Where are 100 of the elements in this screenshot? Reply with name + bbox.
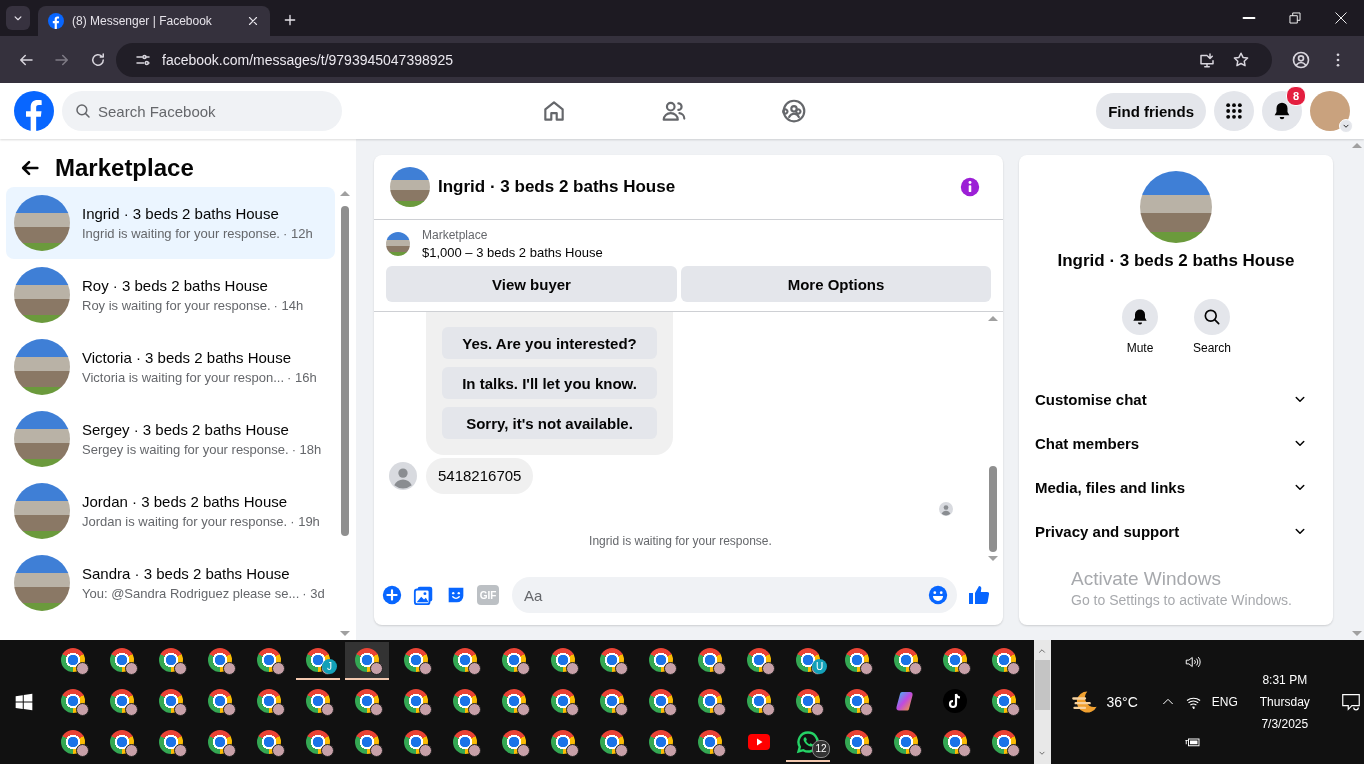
conversation-name: Victoria · 3 beds 2 baths House (82, 349, 292, 366)
section-row[interactable]: Customise chat (1027, 377, 1325, 421)
section-label: Customise chat (1035, 390, 1147, 408)
search-icon (1202, 307, 1222, 327)
quick-reply-button[interactable]: Yes. Are you interested? (442, 327, 657, 359)
conversation-name: Ingrid · 3 beds 2 baths House (82, 205, 280, 222)
view-buyer-button[interactable]: View buyer (386, 266, 677, 302)
emoji-icon[interactable] (927, 584, 949, 606)
notification-badge: 8 (1286, 86, 1306, 106)
section-row[interactable]: Media, files and links (1027, 465, 1325, 509)
add-icon[interactable] (381, 584, 403, 606)
scrollbar[interactable] (1033, 640, 1051, 764)
new-tab-icon[interactable] (282, 12, 298, 28)
listing-summary: $1,000 – 3 beds 2 baths House (422, 245, 603, 260)
menu-button[interactable] (1214, 91, 1254, 131)
section-label: Chat members (1035, 434, 1140, 452)
close-tab-icon[interactable] (246, 14, 260, 28)
profile-badge: J (322, 659, 337, 674)
notifications-icon[interactable] (1339, 691, 1362, 713)
groups-icon[interactable] (781, 98, 807, 124)
clock-time[interactable]: 8:31 PM (1262, 673, 1308, 687)
install-icon[interactable] (1198, 50, 1216, 69)
house-photo (390, 167, 430, 207)
browser-tab[interactable]: (8) Messenger | Facebook (38, 6, 270, 36)
find-friends-button[interactable]: Find friends (1096, 93, 1206, 129)
conversation-item[interactable]: Sergey · 3 beds 2 baths House Sergey is waiting for your response. · 18h (6, 403, 335, 475)
chat-title: Ingrid · 3 beds 2 baths House (438, 177, 676, 197)
clock-date[interactable]: 7/3/2025 (1261, 717, 1309, 731)
message-time: · 18h (291, 442, 322, 457)
like-icon[interactable] (967, 583, 991, 607)
windows-icon[interactable] (14, 692, 34, 712)
conversation-item[interactable]: Ingrid · 3 beds 2 baths House Ingrid is waiting for your response. · 12h (6, 187, 335, 259)
message-preview: Roy is waiting for your response. (82, 298, 271, 313)
message-bubble: 5418216705 (426, 458, 534, 494)
facebook-logo[interactable] (14, 91, 54, 131)
url-text: facebook.com/messages/t/9793945047398925 (162, 51, 454, 68)
conversation-item[interactable]: Jordan · 3 beds 2 baths House Jordan is waiting for your response. · 19h (6, 475, 335, 547)
house-photo (14, 267, 70, 323)
sidebar-title: Marketplace (55, 154, 194, 182)
message-time: · 19h (290, 514, 320, 529)
person-avatar-icon (389, 462, 417, 490)
house-photo (14, 339, 70, 395)
message-time: · 12h (283, 226, 313, 241)
home-icon[interactable] (541, 98, 567, 124)
contact-name: Ingrid · 3 beds 2 baths House (1056, 251, 1296, 271)
message-time: · 14h (273, 298, 304, 313)
grid-icon (1224, 101, 1244, 121)
action-label: Mute (1126, 341, 1154, 355)
listing-source: Marketplace (422, 228, 489, 242)
clock-day[interactable]: Thursday (1259, 695, 1310, 709)
profile-badge: U (812, 659, 827, 674)
house-photo (14, 411, 70, 467)
star-icon[interactable] (1232, 50, 1250, 69)
conversation-name: Sergey · 3 beds 2 baths House (82, 421, 290, 438)
chevron-up-icon[interactable] (1037, 646, 1047, 656)
volume-icon[interactable] (1183, 653, 1202, 671)
message-field[interactable]: Aa (512, 577, 957, 613)
language-indicator[interactable]: ENG (1211, 695, 1238, 709)
house-photo (14, 195, 70, 251)
house-photo (386, 232, 410, 256)
facebook-icon (48, 13, 64, 29)
search-button[interactable] (1194, 299, 1230, 335)
section-label: Media, files and links (1035, 478, 1186, 496)
tab-list-button[interactable] (6, 6, 30, 30)
message-preview: Victoria is waiting for your respon... (82, 370, 285, 385)
info-icon[interactable] (959, 176, 981, 198)
section-row[interactable]: Chat members (1027, 421, 1325, 465)
quick-reply-button[interactable]: Sorry, it's not available. (442, 407, 657, 439)
search-field[interactable]: Search Facebook (62, 91, 342, 131)
conversation-item[interactable]: Victoria · 3 beds 2 baths House Victoria is waiting for your respon... · 16h (6, 331, 335, 403)
message-time: · 3d (302, 586, 325, 601)
more-options-button[interactable]: More Options (681, 266, 991, 302)
message-time: · 16h (287, 370, 317, 385)
conversation-item[interactable]: Roy · 3 beds 2 baths House Roy is waiting for your response. · 14h (6, 259, 335, 331)
section-row[interactable]: Privacy and support (1027, 509, 1325, 553)
conversation-name: Jordan · 3 beds 2 baths House (82, 493, 289, 510)
section-label: Privacy and support (1035, 522, 1180, 540)
profile-icon[interactable] (1291, 49, 1311, 70)
activation-title: Activate Windows (1071, 568, 1222, 590)
count-badge: 12 (812, 740, 830, 758)
activation-text: Go to Settings to activate Windows. (1071, 592, 1292, 608)
search-icon (74, 102, 92, 120)
music-note-icon (943, 689, 967, 713)
notifications-button[interactable] (1262, 91, 1302, 131)
house-photo (14, 555, 70, 611)
taskbar-button[interactable]: 12 (786, 724, 830, 762)
reload-icon[interactable] (89, 50, 107, 69)
photo-icon[interactable] (413, 584, 435, 606)
bell-icon (1130, 307, 1150, 327)
tab-title: (8) Messenger | Facebook (72, 14, 213, 28)
conversation-name: Sandra · 3 beds 2 baths House (82, 565, 291, 582)
action-label: Search (1193, 341, 1231, 355)
quick-reply-button[interactable]: In talks. I'll let you know. (442, 367, 657, 399)
message-preview: Sergey is waiting for your response. (82, 442, 289, 457)
temperature[interactable]: 36°C (1106, 694, 1138, 710)
conversation-item[interactable]: Sandra · 3 beds 2 baths House You: @Sandra Rodriguez please se... · 3d (6, 547, 335, 619)
mute-button[interactable] (1122, 299, 1158, 335)
taskbar-button[interactable] (345, 642, 389, 680)
address-bar[interactable]: facebook.com/messages/t/9793945047398925 (116, 42, 1272, 77)
message-preview: Jordan is waiting for your response. (82, 514, 288, 529)
